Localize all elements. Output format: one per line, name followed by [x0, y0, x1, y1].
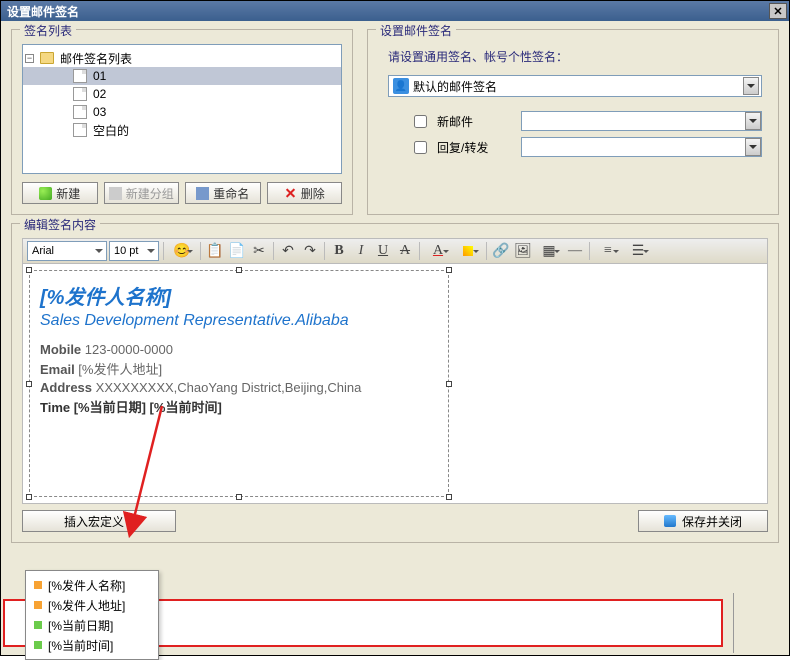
- font-color-button[interactable]: A: [424, 241, 452, 261]
- dropdown-icon[interactable]: [745, 112, 761, 130]
- macro-item-sender-name[interactable]: [%发件人名称]: [30, 575, 154, 595]
- tree-item[interactable]: 02: [23, 85, 341, 103]
- highlight-button[interactable]: [454, 241, 482, 261]
- reply-label: 回复/转发: [437, 139, 511, 156]
- resize-handle[interactable]: [446, 267, 452, 273]
- default-signature-select[interactable]: 👤 默认的邮件签名: [388, 75, 762, 97]
- macro-item-sender-addr[interactable]: [%发件人地址]: [30, 595, 154, 615]
- new-group-button: 新建分组: [104, 182, 180, 204]
- resize-handle[interactable]: [236, 494, 242, 500]
- font-select[interactable]: Arial: [27, 241, 107, 261]
- cut-button[interactable]: ✂: [249, 241, 269, 261]
- editor-toolbar: Arial 10 pt 😊 📋 📄 ✂ ↶ ↷ B I U A A: [22, 238, 768, 264]
- signature-address: Address XXXXXXXXX,ChaoYang District,Beij…: [40, 380, 438, 395]
- redo-button[interactable]: ↷: [300, 241, 320, 261]
- resize-handle[interactable]: [26, 381, 32, 387]
- list-button[interactable]: ☰: [624, 241, 652, 261]
- resize-handle[interactable]: [446, 381, 452, 387]
- resize-handle[interactable]: [26, 494, 32, 500]
- delete-button[interactable]: 删除: [267, 182, 343, 204]
- folder-icon: [40, 52, 54, 64]
- reply-checkbox[interactable]: [414, 141, 427, 154]
- set-signature-instruction: 请设置通用签名、帐号个性签名：: [388, 48, 768, 65]
- delete-icon: [284, 187, 297, 200]
- signature-settings-window: 设置邮件签名 ✕ 签名列表 − 邮件签名列表 01 02 03 空白的: [0, 0, 790, 656]
- resize-handle[interactable]: [26, 267, 32, 273]
- newmail-checkbox[interactable]: [414, 115, 427, 128]
- save-icon: [664, 515, 676, 527]
- bold-button[interactable]: B: [329, 241, 349, 261]
- window-title: 设置邮件签名: [7, 3, 79, 20]
- newmail-combo[interactable]: [521, 111, 762, 131]
- bullet-icon: [34, 581, 42, 589]
- align-button[interactable]: ≡: [594, 241, 622, 261]
- insert-macro-button[interactable]: 插入宏定义: [22, 510, 176, 532]
- undo-button[interactable]: ↶: [278, 241, 298, 261]
- size-select[interactable]: 10 pt: [109, 241, 159, 261]
- dropdown-icon[interactable]: [743, 77, 759, 95]
- tree-root[interactable]: − 邮件签名列表: [23, 49, 341, 67]
- copy-button[interactable]: 📋: [205, 241, 225, 261]
- set-signature-group: 设置邮件签名 请设置通用签名、帐号个性签名： 👤 默认的邮件签名 新邮件 回复/…: [367, 29, 779, 215]
- collapse-icon[interactable]: −: [25, 54, 34, 63]
- default-signature-value: 默认的邮件签名: [413, 78, 743, 95]
- set-signature-legend: 设置邮件签名: [376, 22, 456, 39]
- bullet-icon: [34, 601, 42, 609]
- tree-item[interactable]: 01: [23, 67, 341, 85]
- newmail-label: 新邮件: [437, 113, 511, 130]
- signature-list-legend: 签名列表: [20, 22, 76, 39]
- signature-tree[interactable]: − 邮件签名列表 01 02 03 空白的: [22, 44, 342, 174]
- bullet-icon: [34, 621, 42, 629]
- resize-handle[interactable]: [446, 494, 452, 500]
- close-button[interactable]: ✕: [769, 3, 787, 19]
- titlebar[interactable]: 设置邮件签名 ✕: [1, 1, 789, 21]
- tree-item[interactable]: 03: [23, 103, 341, 121]
- editor-canvas[interactable]: [%发件人名称] Sales Development Representativ…: [22, 264, 768, 504]
- signature-time: Time [%当前日期] [%当前时间]: [40, 397, 438, 416]
- italic-button[interactable]: I: [351, 241, 371, 261]
- background-panel: [733, 593, 785, 653]
- macro-item-current-date[interactable]: [%当前日期]: [30, 615, 154, 635]
- strike-button[interactable]: A: [395, 241, 415, 261]
- table-button[interactable]: ▦: [535, 241, 563, 261]
- new-button[interactable]: 新建: [22, 182, 98, 204]
- paste-button[interactable]: 📄: [227, 241, 247, 261]
- tree-root-label: 邮件签名列表: [58, 50, 132, 67]
- tree-item[interactable]: 空白的: [23, 121, 341, 139]
- hr-button[interactable]: —: [565, 241, 585, 261]
- underline-button[interactable]: U: [373, 241, 393, 261]
- signature-list-group: 签名列表 − 邮件签名列表 01 02 03 空白的 新建 新建分组 重命名: [11, 29, 353, 215]
- save-close-button[interactable]: 保存并关闭: [638, 510, 768, 532]
- group-icon: [109, 187, 122, 200]
- dropdown-icon[interactable]: [745, 138, 761, 156]
- rename-button[interactable]: 重命名: [185, 182, 261, 204]
- signature-email: Email [%发件人地址]: [40, 359, 438, 378]
- emoji-button[interactable]: 😊: [168, 241, 196, 261]
- image-button[interactable]: 🖼: [513, 241, 533, 261]
- doc-icon: [73, 69, 87, 83]
- doc-icon: [73, 87, 87, 101]
- doc-icon: [73, 123, 87, 137]
- doc-icon: [73, 105, 87, 119]
- reply-combo[interactable]: [521, 137, 762, 157]
- edit-signature-group: 编辑签名内容 Arial 10 pt 😊 📋 📄 ✂ ↶ ↷ B I U A A: [11, 223, 779, 543]
- macro-menu: [%发件人名称] [%发件人地址] [%当前日期] [%当前时间]: [25, 570, 159, 660]
- link-button[interactable]: 🔗: [491, 241, 511, 261]
- signature-sender-name: [%发件人名称]: [40, 281, 438, 310]
- new-icon: [39, 187, 52, 200]
- edit-signature-legend: 编辑签名内容: [20, 216, 100, 233]
- rename-icon: [196, 187, 209, 200]
- bullet-icon: [34, 641, 42, 649]
- signature-job-title: Sales Development Representative.Alibaba: [40, 312, 438, 330]
- resize-handle[interactable]: [236, 267, 242, 273]
- signature-mobile: Mobile 123-0000-0000: [40, 342, 438, 357]
- macro-item-current-time[interactable]: [%当前时间]: [30, 635, 154, 655]
- signature-edit-zone[interactable]: [%发件人名称] Sales Development Representativ…: [29, 270, 449, 497]
- person-icon: 👤: [393, 78, 409, 94]
